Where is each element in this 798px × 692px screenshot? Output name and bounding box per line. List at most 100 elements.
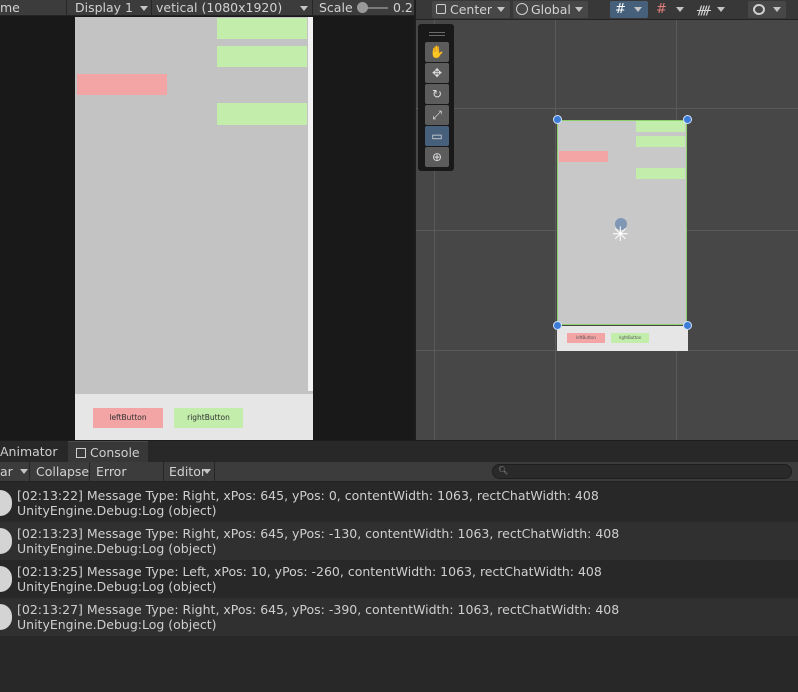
mini-left-button: leftButton [567,333,605,343]
resize-handle[interactable] [683,115,692,124]
globe-icon [516,3,528,15]
tool-palette: ✋ ✥ ↻ ⤢ ▭ ⊕ [418,24,454,171]
chat-message-right [217,103,307,125]
grid-line [416,108,798,109]
console-tab-bar: Animator Console [0,440,798,463]
tab-console[interactable]: Console [68,441,148,463]
clear-dropdown[interactable]: ar [0,462,30,481]
display-label: Display 1 [75,0,134,15]
editor-dropdown[interactable]: Editor [165,462,215,481]
scene-view[interactable]: Center Global # # ᚎ ✋ ✥ ↻ ⤢ ▭ ⊕ ✳ leftBu… [414,0,798,440]
chevron-down-icon [300,6,308,11]
console-search-input[interactable]: 🔍︎ [492,464,792,479]
pivot-label: Center [450,2,493,17]
chat-message-right [636,121,685,132]
ruler-toggle[interactable]: ᚎ [693,1,727,18]
game-tab[interactable]: me [0,0,67,16]
rotate-icon[interactable]: ↻ [425,84,449,104]
scale-slider-thumb[interactable] [357,2,368,13]
chat-message-right [217,46,307,67]
log-source: UnityEngine.Debug:Log (object) [17,503,217,518]
clear-label: ar [0,464,13,479]
tab-animator-label: Animator [0,444,58,459]
scene-button-bar: leftButton rightButton [557,326,688,351]
ruler-icon: ᚎ [697,3,711,17]
rect-transform-icon[interactable]: ▭ [425,126,449,146]
grid-snap-toggle[interactable]: # [610,1,648,18]
scene-canvas-rect[interactable]: ✳ [557,120,687,325]
drag-handle-icon[interactable] [429,32,445,33]
resize-handle[interactable] [553,321,562,330]
snap-grid-icon: # [656,2,667,17]
game-toolbar: me Display 1 vetical (1080x1920) Scale 0… [0,0,414,16]
scene-toolbar: Center Global # # ᚎ [416,0,798,20]
scale-value: 0.2 [393,0,413,15]
log-entry[interactable]: [02:13:25] Message Type: Left, xPos: 10,… [0,560,798,598]
space-label: Global [531,2,571,17]
increment-snap-toggle[interactable]: # [652,1,688,18]
log-source: UnityEngine.Debug:Log (object) [17,579,217,594]
gizmo-icon [753,4,765,15]
scale-icon[interactable]: ⤢ [425,105,449,125]
info-log-icon [0,566,12,592]
resize-handle[interactable] [553,115,562,124]
pivot-icon [436,4,446,14]
chevron-down-icon [20,469,28,474]
chevron-down-icon [676,7,684,12]
move-icon[interactable]: ✥ [425,63,449,83]
chat-message-right [636,168,685,179]
chat-message-left [77,74,167,95]
editor-label: Editor [169,464,206,479]
chat-message-right [217,18,307,39]
scale-control: Scale 0.2 [314,0,414,16]
grid-icon: # [615,2,626,17]
log-message: [02:13:23] Message Type: Right, xPos: 64… [17,526,620,541]
log-source: UnityEngine.Debug:Log (object) [17,541,217,556]
transform-icon[interactable]: ⊕ [425,147,449,167]
space-dropdown[interactable]: Global [513,1,588,18]
info-log-icon [0,490,12,516]
scale-label: Scale [319,0,353,15]
search-icon: 🔍︎ [498,466,509,475]
chat-scrollbar[interactable] [308,17,313,391]
game-canvas [75,17,313,440]
console-toolbar: ar Collapse Error Pause Editor 🔍︎ [0,462,798,498]
chevron-down-icon [773,7,781,12]
info-log-icon [0,604,12,630]
collapse-toggle[interactable]: Collapse [31,462,90,481]
chevron-down-icon [203,469,211,474]
game-tab-label: me [0,0,20,15]
console-icon [76,448,86,458]
chevron-down-icon [575,7,583,12]
chat-message-left [559,151,608,162]
log-entry[interactable]: [02:13:23] Message Type: Right, xPos: 64… [0,522,798,560]
rect-anchor-icon[interactable]: ✳ [612,224,629,244]
log-message: [02:13:27] Message Type: Right, xPos: 64… [17,602,620,617]
left-button[interactable]: leftButton [93,408,163,428]
right-button[interactable]: rightButton [174,408,243,428]
error-pause-toggle[interactable]: Error Pause [91,462,164,498]
resolution-label: vetical (1080x1920) [156,0,283,15]
console-log-list: [02:13:22] Message Type: Right, xPos: 64… [0,482,798,692]
log-source: UnityEngine.Debug:Log (object) [17,617,217,632]
log-message: [02:13:22] Message Type: Right, xPos: 64… [17,488,599,503]
pivot-dropdown[interactable]: Center [432,1,510,18]
log-entry[interactable]: [02:13:22] Message Type: Right, xPos: 64… [0,484,798,522]
hand-icon[interactable]: ✋ [425,42,449,62]
display-dropdown[interactable]: Display 1 [68,0,152,16]
tab-console-label: Console [90,445,140,460]
resolution-dropdown[interactable]: vetical (1080x1920) [153,0,313,16]
info-log-icon [0,528,12,554]
log-entry[interactable]: [02:13:27] Message Type: Right, xPos: 64… [0,598,798,636]
tab-animator[interactable]: Animator [0,441,68,463]
game-button-bar: leftButton rightButton [75,394,313,440]
game-view: me Display 1 vetical (1080x1920) Scale 0… [0,0,414,440]
chevron-down-icon [717,7,725,12]
log-message: [02:13:25] Message Type: Left, xPos: 10,… [17,564,602,579]
mini-right-button: rightButton [611,333,649,343]
gizmo-dropdown[interactable] [748,1,786,18]
chevron-down-icon [634,7,642,12]
resize-handle[interactable] [683,321,692,330]
chevron-down-icon [140,6,148,11]
chat-message-right [636,136,685,147]
